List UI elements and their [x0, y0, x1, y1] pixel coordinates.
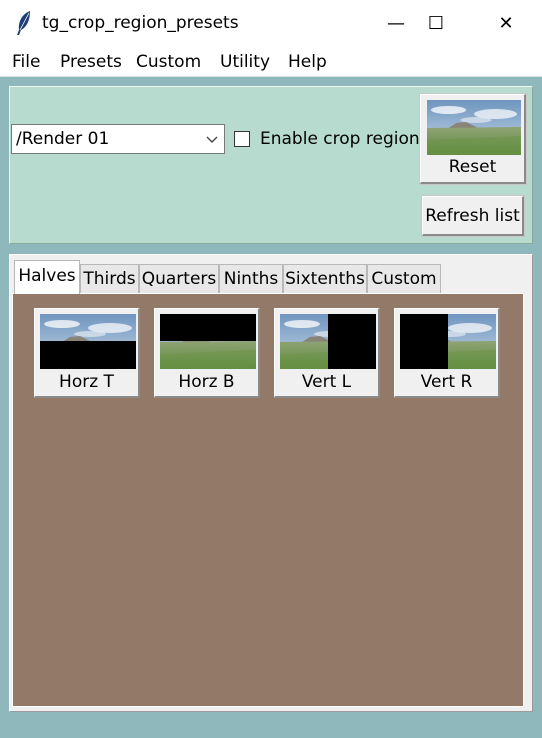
landscape-thumbnail	[427, 100, 521, 155]
render-select-value: /Render 01	[16, 129, 110, 149]
tab-halves[interactable]: Halves	[14, 260, 80, 294]
menu-bar: File Presets Custom Utility Help	[0, 48, 542, 77]
menu-help[interactable]: Help	[288, 52, 327, 72]
render-select[interactable]: /Render 01	[11, 124, 225, 154]
feather-icon	[14, 10, 34, 36]
preset-label: Horz B	[178, 372, 235, 392]
refresh-list-button[interactable]: Refresh list	[421, 195, 525, 237]
enable-crop-checkbox[interactable]	[234, 131, 250, 147]
preset-vert-r-button[interactable]: Vert R	[394, 308, 500, 398]
preset-vert-l-button[interactable]: Vert L	[274, 308, 380, 398]
menu-utility[interactable]: Utility	[220, 52, 270, 72]
crop-bottom-thumbnail	[160, 314, 256, 369]
reset-label: Reset	[448, 157, 497, 177]
menu-file[interactable]: File	[12, 52, 40, 72]
menu-presets[interactable]: Presets	[60, 52, 122, 72]
maximize-button[interactable]: ☐	[406, 0, 466, 48]
chevron-down-icon[interactable]	[206, 133, 218, 145]
enable-crop-label[interactable]: Enable crop region	[260, 129, 420, 149]
window-title: tg_crop_region_presets	[42, 13, 239, 33]
preset-horz-t-button[interactable]: Horz T	[34, 308, 140, 398]
crop-top-thumbnail	[40, 314, 136, 369]
tab-ninths[interactable]: Ninths	[219, 264, 283, 293]
preset-label: Vert R	[420, 372, 473, 392]
preset-label: Horz T	[59, 372, 114, 392]
crop-right-thumbnail	[400, 314, 496, 369]
close-button[interactable]: ✕	[476, 0, 536, 48]
crop-left-thumbnail	[280, 314, 376, 369]
reset-button[interactable]: Reset	[419, 93, 527, 185]
preset-horz-b-button[interactable]: Horz B	[154, 308, 260, 398]
tab-quarters[interactable]: Quarters	[139, 264, 219, 293]
tab-custom[interactable]: Custom	[367, 264, 441, 293]
tab-sixtenths[interactable]: Sixtenths	[283, 264, 367, 293]
title-bar: tg_crop_region_presets — ☐ ✕	[0, 0, 542, 48]
preset-label: Vert L	[301, 372, 352, 392]
tab-thirds[interactable]: Thirds	[80, 264, 139, 293]
menu-custom[interactable]: Custom	[136, 52, 201, 72]
